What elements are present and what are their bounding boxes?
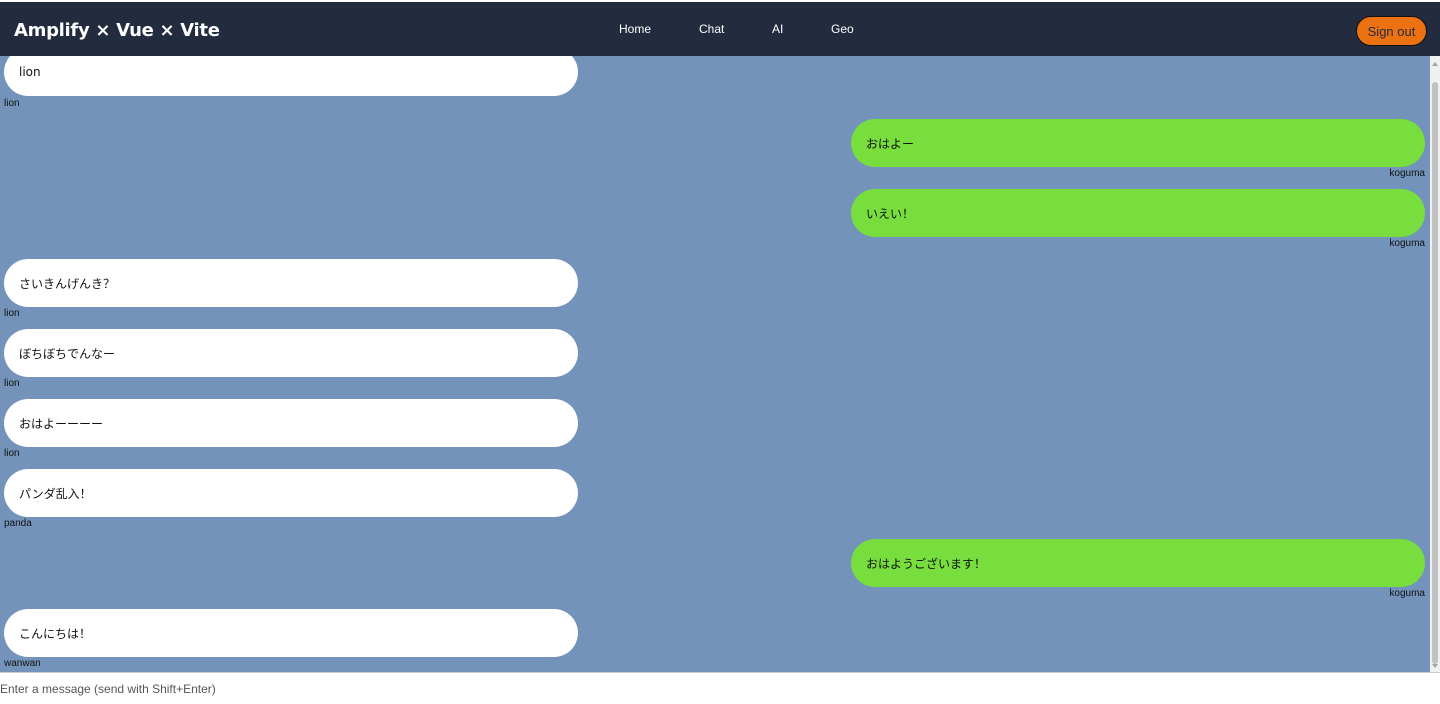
message-bubble: さいきんげんき？ (4, 259, 578, 307)
message-sender: lion (4, 378, 20, 389)
message-sender: panda (4, 518, 32, 529)
chat-scrollbar[interactable] (1430, 56, 1440, 672)
message-sender: koguma (1389, 168, 1425, 179)
message-sender: lion (4, 448, 20, 459)
top-navbar: Amplify × Vue × Vite Home Chat AI Geo Si… (0, 0, 1440, 56)
message-sender: koguma (1389, 238, 1425, 249)
message-bubble: こんにちは！ (4, 609, 578, 657)
message-bubble-own: いえい！ (851, 189, 1425, 237)
nav-chat[interactable]: Chat (699, 22, 724, 36)
message-bubble: ぼちぼちでんなー (4, 329, 578, 377)
scroll-up-arrow-icon[interactable] (1432, 62, 1438, 66)
message-bubble: lion (4, 56, 578, 96)
message-sender: wanwan (4, 658, 41, 669)
sign-out-button[interactable]: Sign out (1356, 16, 1427, 46)
message-sender: koguma (1389, 588, 1425, 599)
message-composer (0, 672, 1440, 704)
message-input[interactable] (0, 673, 1440, 704)
scroll-down-arrow-icon[interactable] (1432, 664, 1438, 668)
message-bubble: おはよーーーー (4, 399, 578, 447)
nav-links: Home Chat AI Geo (0, 22, 1440, 42)
message-sender: lion (4, 308, 20, 319)
message-bubble-own: おはよー (851, 119, 1425, 167)
message-bubble-own: おはようございます！ (851, 539, 1425, 587)
scrollbar-thumb[interactable] (1432, 82, 1438, 664)
message-bubble: パンダ乱入！ (4, 469, 578, 517)
nav-home[interactable]: Home (619, 22, 651, 36)
message-sender: lion (4, 98, 20, 109)
chat-message-list[interactable]: lion lion おはよー koguma いえい！ koguma さいきんげん… (0, 56, 1430, 672)
nav-geo[interactable]: Geo (831, 22, 854, 36)
nav-ai[interactable]: AI (772, 22, 783, 36)
